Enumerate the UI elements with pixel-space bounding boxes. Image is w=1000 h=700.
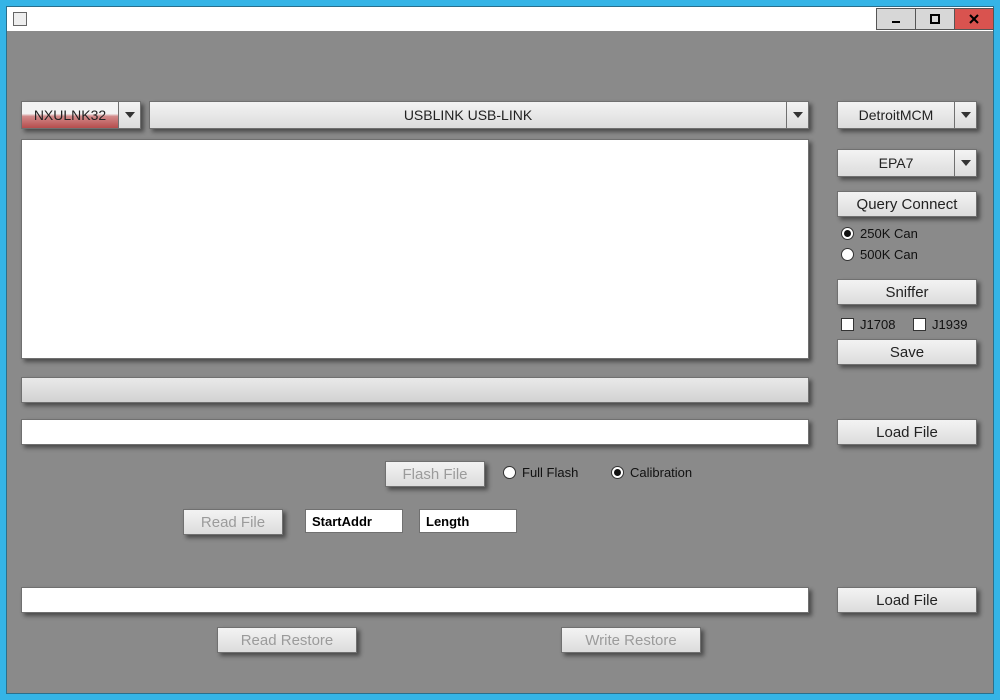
checkbox-icon [841,318,854,331]
startaddr-label: StartAddr [312,514,372,529]
full-flash-radio[interactable]: Full Flash [503,465,578,480]
load-file-label-1: Load File [876,424,938,441]
radio-dot-icon [611,466,624,479]
radio-dot-icon [503,466,516,479]
read-file-label: Read File [201,514,265,531]
j1939-checkbox[interactable]: J1939 [913,317,967,332]
chevron-down-icon [786,102,808,128]
ecu-combo-label: DetroitMCM [838,102,954,128]
adapter-combo-label: NXULNK32 [22,102,118,128]
sniffer-button[interactable]: Sniffer [837,279,977,305]
restore-path-field[interactable] [21,587,809,613]
read-file-button[interactable]: Read File [183,509,283,535]
log-listbox[interactable] [21,139,809,359]
query-connect-button[interactable]: Query Connect [837,191,977,217]
sniffer-label: Sniffer [885,284,928,301]
read-restore-label: Read Restore [241,632,334,649]
progress-bar [21,377,809,403]
chevron-down-icon [954,102,976,128]
device-combo-label: USBLINK USB-LINK [150,102,786,128]
j1708-label: J1708 [860,317,895,332]
can-250k-label: 250K Can [860,226,918,241]
flash-file-label: Flash File [402,466,467,483]
ecu-combo[interactable]: DetroitMCM [837,101,977,129]
write-restore-button[interactable]: Write Restore [561,627,701,653]
save-button[interactable]: Save [837,339,977,365]
load-file-button-1[interactable]: Load File [837,419,977,445]
emission-combo[interactable]: EPA7 [837,149,977,177]
load-file-label-2: Load File [876,592,938,609]
device-combo[interactable]: USBLINK USB-LINK [149,101,809,129]
checkbox-icon [913,318,926,331]
radio-dot-icon [841,248,854,261]
chevron-down-icon [118,102,140,128]
app-window: NXULNK32 USBLINK USB-LINK DetroitMCM EPA… [6,6,994,694]
calibration-radio[interactable]: Calibration [611,465,692,480]
adapter-combo[interactable]: NXULNK32 [21,101,141,129]
save-label: Save [890,344,924,361]
app-icon [13,12,27,26]
minimize-button[interactable] [876,8,916,30]
query-connect-label: Query Connect [857,196,958,213]
flash-file-button[interactable]: Flash File [385,461,485,487]
titlebar [7,7,993,31]
write-restore-label: Write Restore [585,632,676,649]
read-restore-button[interactable]: Read Restore [217,627,357,653]
chevron-down-icon [954,150,976,176]
j1939-label: J1939 [932,317,967,332]
maximize-button[interactable] [915,8,955,30]
client-area: NXULNK32 USBLINK USB-LINK DetroitMCM EPA… [7,31,993,693]
load-file-button-2[interactable]: Load File [837,587,977,613]
flash-path-field[interactable] [21,419,809,445]
length-field[interactable]: Length [419,509,517,533]
can-500k-label: 500K Can [860,247,918,262]
full-flash-label: Full Flash [522,465,578,480]
can-250k-radio[interactable]: 250K Can [841,226,918,241]
can-500k-radio[interactable]: 500K Can [841,247,918,262]
length-label: Length [426,514,469,529]
calibration-label: Calibration [630,465,692,480]
radio-dot-icon [841,227,854,240]
startaddr-field[interactable]: StartAddr [305,509,403,533]
close-button[interactable] [954,8,994,30]
emission-combo-label: EPA7 [838,150,954,176]
j1708-checkbox[interactable]: J1708 [841,317,895,332]
